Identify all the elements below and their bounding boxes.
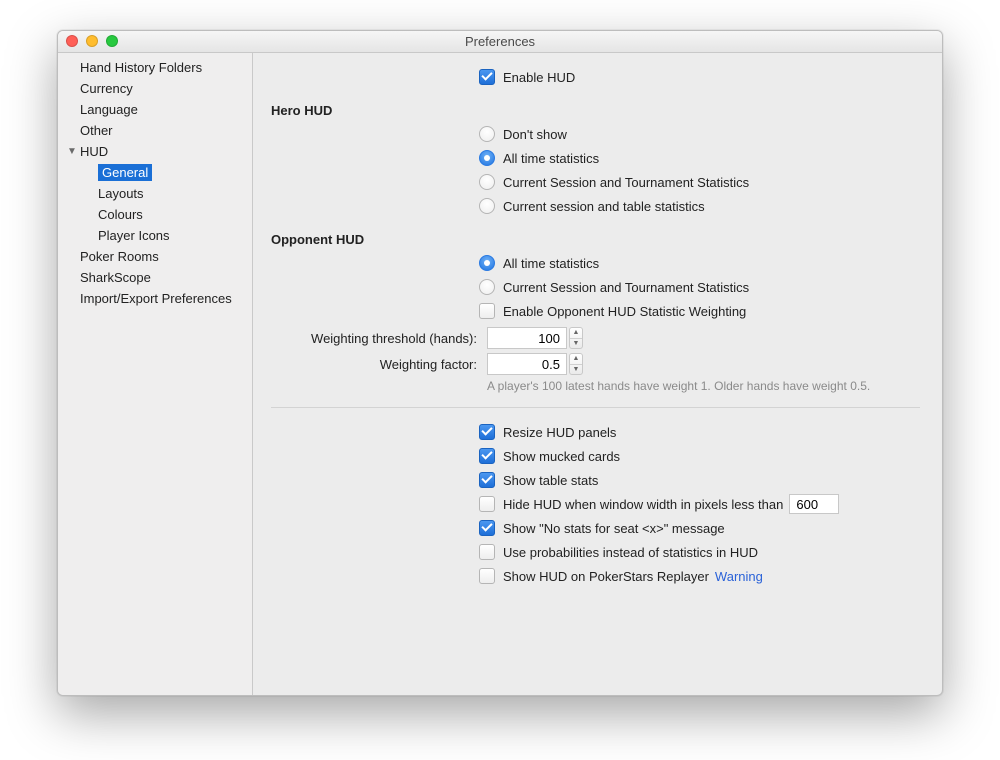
chevron-down-icon[interactable]: ▼ (570, 339, 582, 349)
sidebar-item-hud-general[interactable]: General (58, 162, 252, 183)
use-probabilities-checkbox[interactable] (479, 544, 495, 560)
sidebar: Hand History Folders Currency Language O… (58, 53, 253, 695)
show-table-stats-checkbox[interactable] (479, 472, 495, 488)
titlebar: Preferences (58, 31, 942, 53)
resize-hud-checkbox[interactable] (479, 424, 495, 440)
hide-hud-width-checkbox[interactable] (479, 496, 495, 512)
hero-radio-all-time[interactable] (479, 150, 495, 166)
factor-input[interactable] (487, 353, 567, 375)
disclosure-triangle-icon[interactable]: ▼ (64, 143, 80, 160)
sidebar-item-hud-player-icons[interactable]: Player Icons (58, 225, 252, 246)
sidebar-item-hud-colours[interactable]: Colours (58, 204, 252, 225)
enable-weighting-checkbox[interactable] (479, 303, 495, 319)
threshold-input[interactable] (487, 327, 567, 349)
divider (271, 407, 920, 408)
weighting-note: A player's 100 latest hands have weight … (487, 379, 920, 393)
show-hud-replayer-checkbox[interactable] (479, 568, 495, 584)
sidebar-item-poker-rooms[interactable]: Poker Rooms (58, 246, 252, 267)
hero-radio-dont-show[interactable] (479, 126, 495, 142)
minimize-icon[interactable] (86, 35, 98, 47)
threshold-label: Weighting threshold (hands): (271, 331, 487, 346)
preferences-window: Preferences Hand History Folders Currenc… (57, 30, 943, 696)
hero-hud-heading: Hero HUD (271, 103, 920, 118)
threshold-stepper[interactable]: ▲▼ (569, 327, 583, 349)
hero-radio-session-tournament[interactable] (479, 174, 495, 190)
opponent-radio-session-tournament[interactable] (479, 279, 495, 295)
sidebar-item-sharkscope[interactable]: SharkScope (58, 267, 252, 288)
window-title: Preferences (465, 34, 535, 49)
chevron-down-icon[interactable]: ▼ (570, 365, 582, 375)
no-stats-msg-checkbox[interactable] (479, 520, 495, 536)
enable-hud-checkbox[interactable] (479, 69, 495, 85)
sidebar-item-currency[interactable]: Currency (58, 78, 252, 99)
factor-label: Weighting factor: (271, 357, 487, 372)
sidebar-item-hud[interactable]: ▼ HUD (58, 141, 252, 162)
sidebar-item-hud-layouts[interactable]: Layouts (58, 183, 252, 204)
show-mucked-checkbox[interactable] (479, 448, 495, 464)
traffic-lights (66, 35, 118, 47)
zoom-icon[interactable] (106, 35, 118, 47)
chevron-up-icon[interactable]: ▲ (570, 354, 582, 365)
replayer-warning-link[interactable]: Warning (715, 569, 763, 584)
close-icon[interactable] (66, 35, 78, 47)
sidebar-item-import-export[interactable]: Import/Export Preferences (58, 288, 252, 309)
opponent-radio-all-time[interactable] (479, 255, 495, 271)
sidebar-item-other[interactable]: Other (58, 120, 252, 141)
content-pane: Enable HUD Hero HUD Don't show All time … (253, 53, 942, 695)
enable-hud-label: Enable HUD (503, 70, 575, 85)
sidebar-item-language[interactable]: Language (58, 99, 252, 120)
sidebar-item-hand-history[interactable]: Hand History Folders (58, 57, 252, 78)
chevron-up-icon[interactable]: ▲ (570, 328, 582, 339)
factor-stepper[interactable]: ▲▼ (569, 353, 583, 375)
hide-hud-width-input[interactable] (789, 494, 839, 514)
hero-radio-session-table[interactable] (479, 198, 495, 214)
opponent-hud-heading: Opponent HUD (271, 232, 920, 247)
